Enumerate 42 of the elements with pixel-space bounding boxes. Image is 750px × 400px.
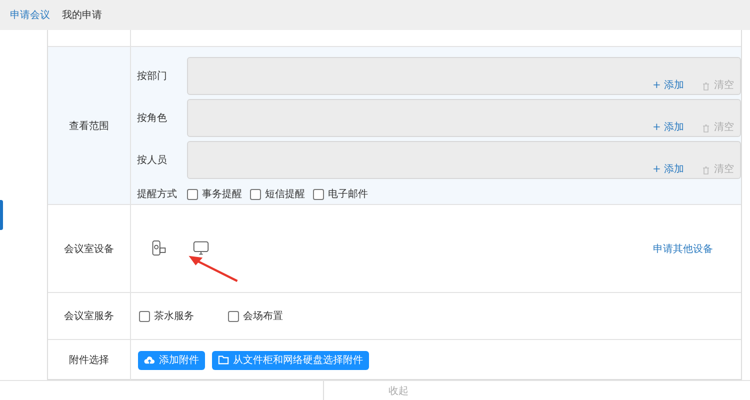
- clear-link[interactable]: 清空: [714, 162, 734, 176]
- choose-file-button[interactable]: 从文件柜和网络硬盘选择附件: [212, 350, 369, 370]
- row-label: 查看范围: [69, 120, 109, 132]
- selection-field[interactable]: + 添加 清空: [187, 99, 741, 137]
- monitor-icon[interactable]: [193, 240, 209, 256]
- field-label: 按部门: [137, 70, 168, 83]
- checkbox-label: 事务提醒: [202, 188, 242, 201]
- trash-icon: [701, 81, 711, 91]
- checkbox-label: 电子邮件: [328, 188, 368, 201]
- folder-icon: [218, 355, 229, 365]
- field-label: 按人员: [137, 154, 168, 167]
- checkbox-label: 茶水服务: [154, 310, 194, 323]
- add-link[interactable]: + 添加: [652, 78, 684, 92]
- add-link[interactable]: + 添加: [652, 162, 684, 176]
- selection-field[interactable]: + 添加 清空: [187, 141, 741, 179]
- checkbox[interactable]: [250, 188, 261, 200]
- field-label: 提醒方式: [137, 188, 178, 201]
- tab[interactable]: 申请会议: [6, 8, 54, 22]
- row-label: 会议室服务: [64, 310, 114, 323]
- side-handle[interactable]: [0, 200, 3, 230]
- checkbox-label: 会场布置: [243, 310, 283, 323]
- checkbox[interactable]: [139, 310, 150, 322]
- checkbox[interactable]: [228, 310, 239, 322]
- selection-field[interactable]: + 添加 清空: [187, 57, 741, 95]
- request-other-link[interactable]: 申请其他设备: [653, 242, 713, 256]
- trash-icon: [701, 123, 711, 133]
- checkbox[interactable]: [313, 188, 324, 200]
- field-label: 按角色: [137, 112, 168, 125]
- row-label: 会议室设备: [64, 242, 114, 256]
- tab[interactable]: 我的申请: [58, 8, 106, 22]
- row-label: 附件选择: [69, 354, 109, 367]
- clear-link[interactable]: 清空: [714, 78, 734, 92]
- collapse-button[interactable]: 收起: [323, 381, 473, 400]
- camera-icon[interactable]: [151, 240, 167, 256]
- checkbox[interactable]: [187, 188, 198, 200]
- annotation-arrow: [187, 253, 239, 283]
- add-attachment-button[interactable]: 添加附件: [138, 350, 205, 370]
- trash-icon: [701, 165, 711, 175]
- checkbox-label: 短信提醒: [265, 188, 305, 201]
- add-link[interactable]: + 添加: [652, 120, 684, 134]
- clear-link[interactable]: 清空: [714, 120, 734, 134]
- cloud-upload-icon: [144, 355, 155, 365]
